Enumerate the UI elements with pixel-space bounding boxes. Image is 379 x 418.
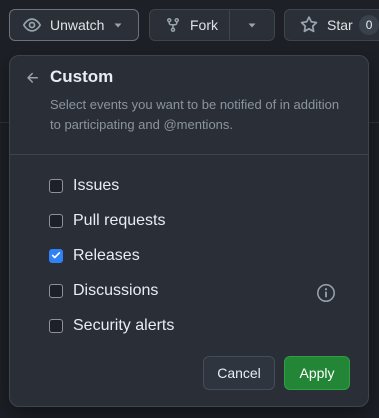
apply-button[interactable]: Apply <box>284 356 350 390</box>
option-security-alerts[interactable]: Security alerts <box>49 314 349 338</box>
fork-label: Fork <box>190 17 218 33</box>
option-releases[interactable]: Releases <box>49 244 349 268</box>
checkbox[interactable] <box>49 249 63 263</box>
star-count-badge: 0 <box>358 15 379 35</box>
fork-button-group: Fork <box>149 9 275 41</box>
dialog-header: Custom Select events you want to be noti… <box>10 56 368 155</box>
dialog-title: Custom <box>50 67 114 86</box>
option-label: Issues <box>73 177 120 194</box>
repo-actions-bar: Unwatch Fork Star 0 <box>0 0 379 56</box>
fork-button[interactable]: Fork <box>150 10 230 40</box>
checkbox[interactable] <box>49 284 63 298</box>
checkbox[interactable] <box>49 214 63 228</box>
option-label: Discussions <box>73 282 159 299</box>
option-pull-requests[interactable]: Pull requests <box>49 209 349 233</box>
option-label: Security alerts <box>73 317 175 334</box>
star-icon <box>300 16 318 34</box>
dialog-description: Select events you want to be notified of… <box>50 97 340 132</box>
cancel-button[interactable]: Cancel <box>203 356 275 390</box>
unwatch-button[interactable]: Unwatch <box>9 9 139 41</box>
checkbox[interactable] <box>49 319 63 333</box>
caret-down-icon <box>113 20 123 30</box>
option-label: Pull requests <box>73 212 166 229</box>
option-label: Releases <box>73 247 140 264</box>
star-label: Star <box>327 17 353 33</box>
custom-notifications-dialog: Custom Select events you want to be noti… <box>9 55 369 407</box>
option-issues[interactable]: Issues <box>49 174 349 198</box>
caret-down-icon <box>247 20 257 30</box>
fork-icon <box>165 17 181 33</box>
star-button[interactable]: Star 0 <box>284 9 379 41</box>
checkbox[interactable] <box>49 179 63 193</box>
info-icon[interactable] <box>316 283 336 303</box>
check-icon <box>51 247 61 265</box>
eye-icon <box>23 16 41 34</box>
option-discussions[interactable]: Discussions <box>49 279 349 303</box>
unwatch-label: Unwatch <box>50 17 105 33</box>
fork-dropdown-button[interactable] <box>230 10 274 40</box>
arrow-left-icon[interactable] <box>25 70 41 86</box>
